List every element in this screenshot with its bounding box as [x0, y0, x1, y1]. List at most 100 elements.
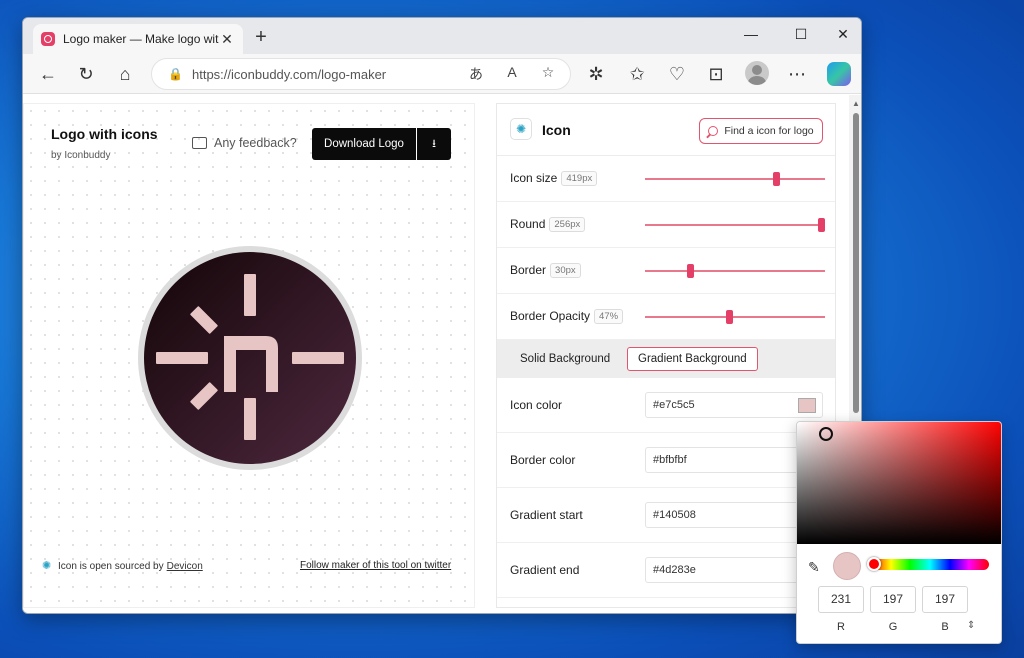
border-color-label: Border color — [510, 453, 576, 467]
feedback-label: Any feedback? — [214, 136, 297, 150]
border-opacity-track[interactable] — [645, 316, 825, 318]
selected-icon-thumbnail: ✺ — [510, 118, 532, 140]
lock-icon: 🔒 — [168, 67, 183, 81]
tab-gradient-background[interactable]: Gradient Background — [627, 347, 758, 371]
round-track[interactable] — [645, 224, 825, 226]
border-opacity-row: Border Opacity 47% — [497, 294, 835, 340]
round-label: Round — [510, 217, 546, 231]
round-slider-thumb[interactable] — [818, 218, 825, 232]
logo-preview-panel: Logo with icons by Iconbuddy Any feedbac… — [23, 103, 475, 608]
icon-size-row: Icon size 419px — [497, 156, 835, 202]
search-icon — [708, 126, 719, 136]
close-window-button[interactable]: ✕ — [833, 26, 853, 43]
icon-color-swatch[interactable] — [798, 398, 816, 413]
blue-label: B — [941, 621, 949, 633]
color-cursor[interactable] — [819, 427, 833, 441]
tab-solid-background[interactable]: Solid Background — [510, 347, 620, 371]
devicon-small-icon: ✺ — [42, 560, 52, 572]
icon-color-label: Icon color — [510, 398, 563, 412]
devicon-link[interactable]: Devicon — [167, 561, 203, 572]
browser-toolbar: ← ↻ ⌂ 🔒 https://iconbuddy.com/logo-maker… — [23, 54, 861, 94]
border-track[interactable] — [645, 270, 825, 272]
download-logo-button[interactable]: Download Logo — [312, 128, 416, 160]
gradient-end-label: Gradient end — [510, 563, 580, 577]
icon-section-header: ✺ Icon Find a icon for logo — [497, 104, 835, 156]
hue-slider[interactable] — [871, 559, 989, 570]
format-toggle-icon[interactable]: ⇕ — [967, 620, 975, 631]
border-label: Border — [510, 263, 547, 277]
copilot-icon[interactable] — [827, 62, 851, 86]
browser-window: Logo maker — Make logo with 2 ✕ + — ☐ ✕ … — [22, 17, 862, 614]
saturation-value-area[interactable] — [797, 422, 1001, 544]
back-arrow-icon[interactable]: ← — [35, 61, 61, 87]
gradient-end-row: Gradient end #4d283e — [497, 543, 835, 598]
blue-input[interactable]: 197 — [922, 586, 968, 613]
profile-avatar-icon[interactable] — [745, 61, 769, 85]
iconbuddy-favicon-icon — [41, 32, 55, 46]
address-bar[interactable]: 🔒 https://iconbuddy.com/logo-maker あ A ☆ — [151, 58, 571, 90]
icon-color-value: #e7c5c5 — [653, 399, 695, 411]
gradient-start-row: Gradient start #140508 — [497, 488, 835, 543]
hue-slider-knob[interactable] — [867, 557, 881, 571]
attribution-text: Icon is open sourced by — [58, 560, 164, 572]
feedback-icon — [192, 137, 207, 149]
minimize-button[interactable]: — — [741, 26, 761, 42]
round-row: Round 256px — [497, 202, 835, 248]
find-icon-button[interactable]: Find a icon for logo — [699, 118, 823, 144]
feedback-link[interactable]: Any feedback? — [192, 136, 297, 150]
color-preview-swatch — [833, 552, 861, 580]
border-slider-thumb[interactable] — [686, 264, 694, 278]
download-options-button[interactable]: ⭳ — [417, 128, 451, 160]
icon-size-track[interactable] — [645, 178, 825, 180]
red-label: R — [837, 621, 845, 633]
border-badge: 30px — [550, 263, 581, 278]
gradient-start-label: Gradient start — [510, 508, 583, 522]
round-badge: 256px — [549, 217, 586, 232]
color-picker-popup: ✎ 231 197 197 R G B ⇕ — [796, 421, 1002, 644]
border-opacity-label: Border Opacity — [510, 309, 591, 323]
browser-tab[interactable]: Logo maker — Make logo with 2 ✕ — [33, 24, 243, 54]
icon-size-slider-thumb[interactable] — [773, 172, 781, 186]
scroll-up-arrow-icon[interactable]: ▲ — [852, 99, 860, 108]
icon-section-title: Icon — [542, 122, 571, 138]
translate-icon[interactable]: あ — [466, 64, 486, 84]
tab-title: Logo maker — Make logo with 2 — [63, 32, 219, 46]
browser-essentials-icon[interactable]: ♡ — [664, 61, 690, 87]
screenshot-icon[interactable]: ⊡ — [703, 61, 729, 87]
attribution: ✺ Icon is open sourced by Devicon — [42, 560, 203, 572]
icon-size-badge: 419px — [561, 171, 598, 186]
page-subtitle: by Iconbuddy — [51, 150, 111, 161]
page-title: Logo with icons — [51, 126, 158, 142]
border-opacity-badge: 47% — [594, 309, 624, 324]
page-viewport: Logo with icons by Iconbuddy Any feedbac… — [23, 95, 861, 613]
green-input[interactable]: 197 — [870, 586, 916, 613]
background-type-tabs: Solid Background Gradient Background — [497, 340, 835, 378]
favorites-icon[interactable]: ✩ — [624, 61, 650, 87]
icon-color-input[interactable]: #e7c5c5 — [645, 392, 823, 418]
border-row: Border 30px — [497, 248, 835, 294]
home-icon[interactable]: ⌂ — [112, 61, 138, 87]
red-input[interactable]: 231 — [818, 586, 864, 613]
find-icon-label: Find a icon for logo — [724, 125, 814, 137]
gradient-end-value: #4d283e — [653, 564, 696, 576]
maximize-button[interactable]: ☐ — [791, 26, 811, 43]
gradient-start-value: #140508 — [653, 509, 696, 521]
refresh-icon[interactable]: ↻ — [73, 61, 99, 87]
url-text: https://iconbuddy.com/logo-maker — [192, 66, 387, 82]
icon-color-row: Icon color #e7c5c5 — [497, 378, 835, 433]
twitter-link[interactable]: Follow maker of this tool on twitter — [300, 560, 451, 571]
green-label: G — [888, 621, 898, 633]
new-tab-button[interactable]: + — [249, 26, 273, 50]
eyedropper-icon[interactable]: ✎ — [808, 559, 820, 576]
title-bar: Logo maker — Make logo with 2 ✕ + — ☐ ✕ — [23, 18, 861, 54]
icon-size-label: Icon size — [510, 171, 558, 185]
more-menu-icon[interactable]: ⋯ — [784, 61, 810, 87]
extensions-icon[interactable]: ✲ — [583, 61, 609, 87]
border-opacity-slider-thumb[interactable] — [726, 310, 734, 324]
border-color-row: Border color #bfbfbf — [497, 433, 835, 488]
favorite-star-icon[interactable]: ☆ — [538, 64, 558, 81]
scrollbar-thumb[interactable] — [853, 113, 859, 413]
read-aloud-icon[interactable]: A — [502, 64, 522, 80]
settings-panel: ✺ Icon Find a icon for logo Icon size 419… — [496, 103, 836, 608]
tab-close-icon[interactable]: ✕ — [219, 31, 235, 48]
